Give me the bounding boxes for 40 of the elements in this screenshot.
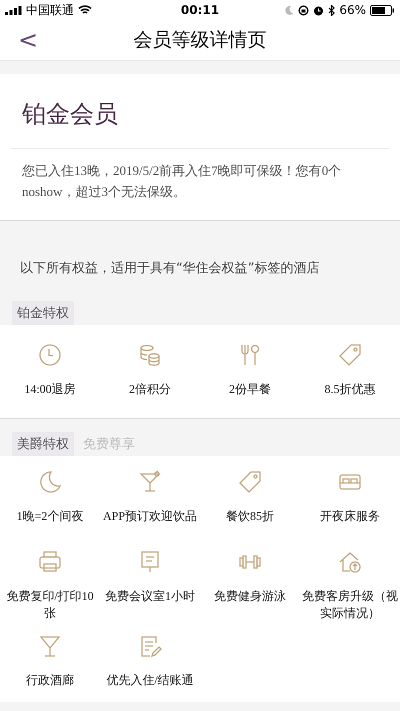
rotation-lock-icon bbox=[298, 4, 310, 16]
tag-icon bbox=[238, 470, 262, 494]
back-button[interactable]: < bbox=[14, 26, 42, 54]
benefit-label: 1晚=2个间夜 bbox=[16, 508, 84, 525]
member-notice: 您已入住13晚，2019/5/2前再入住7晚即可保级！您有0个noshow，超过3个无法保级。 bbox=[21, 162, 342, 201]
benefit-label: 行政酒廊 bbox=[26, 672, 74, 689]
clock-icon bbox=[38, 343, 62, 367]
benefit-label: 优先入住/结账通 bbox=[106, 672, 194, 689]
printer-icon bbox=[38, 550, 62, 574]
benefit-label: 免费复印/打印10张 bbox=[5, 588, 95, 622]
benefit-label: APP预订欢迎饮品 bbox=[102, 508, 197, 525]
battery-percent: 66% bbox=[339, 3, 366, 17]
member-level: 铂金会员 bbox=[10, 74, 390, 149]
battery-icon bbox=[370, 4, 395, 16]
benefit-label: 2份早餐 bbox=[229, 381, 271, 398]
benefit-label: 免费健身游泳 bbox=[214, 588, 286, 605]
cocktail-icon bbox=[138, 470, 162, 494]
moon-icon bbox=[285, 5, 294, 15]
scope-note: 以下所有权益，适用于具有“华住会权益”标签的酒店 bbox=[19, 260, 320, 278]
benefit-label: 8.5折优惠 bbox=[324, 381, 376, 398]
section-tab[interactable]: 美爵特权 bbox=[12, 432, 74, 456]
section-tab[interactable]: 铂金特权 bbox=[12, 301, 74, 325]
wifi-icon bbox=[78, 5, 92, 15]
carrier-name: 中国联通 bbox=[26, 2, 74, 18]
signal-icon bbox=[5, 6, 22, 14]
tag-icon bbox=[338, 343, 362, 367]
glass-icon bbox=[38, 634, 62, 658]
status-time: 00:11 bbox=[180, 3, 220, 17]
bluetooth-icon bbox=[328, 4, 336, 16]
alarm-icon bbox=[313, 4, 324, 16]
benefit-label: 14:00退房 bbox=[24, 381, 76, 398]
benefit-label: 开夜床服务 bbox=[320, 508, 380, 525]
coins-icon bbox=[138, 343, 162, 367]
page-title: 会员等级详情页 bbox=[134, 28, 266, 53]
house-icon bbox=[338, 550, 362, 574]
moon-icon bbox=[38, 470, 62, 494]
benefit-label: 免费客房升级（视实际情况） bbox=[302, 588, 398, 622]
benefit-label: 免费会议室1小时 bbox=[105, 588, 195, 605]
benefit-label: 餐饮85折 bbox=[226, 508, 274, 525]
benefit-label: 2倍积分 bbox=[129, 381, 171, 398]
